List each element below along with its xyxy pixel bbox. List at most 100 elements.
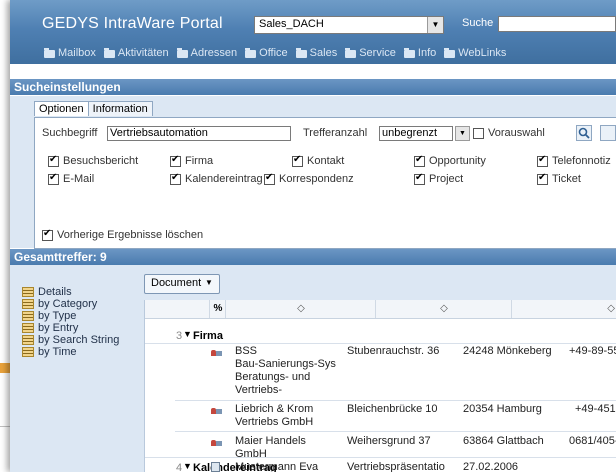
checkbox[interactable] <box>170 172 181 185</box>
row-name[interactable]: Liebrich & Krom Vertriebs GmbH <box>235 403 313 429</box>
settings-tabs: Optionen Information <box>34 101 153 116</box>
nav-item-by-search-string[interactable]: by Search String <box>22 335 150 346</box>
hits-select[interactable]: unbegrenzt <box>379 126 453 141</box>
category-checkbox-telefonnotiz[interactable]: Telefonnotiz <box>537 154 611 167</box>
folder-icon <box>103 47 115 58</box>
checkbox[interactable] <box>170 154 181 167</box>
row-name[interactable]: BSS Bau-Sanierungs-Sys Beratungs- und Ve… <box>235 345 336 397</box>
menu-item-info[interactable]: Info <box>403 45 436 61</box>
search-button[interactable] <box>576 125 592 141</box>
magnifier-icon <box>578 127 590 139</box>
tab-optionen[interactable]: Optionen <box>34 101 89 116</box>
tab-information[interactable]: Information <box>87 101 153 116</box>
list-icon <box>22 323 34 333</box>
folder-icon <box>444 47 456 58</box>
checkbox[interactable] <box>48 172 59 185</box>
menu-item-sales[interactable]: Sales <box>295 45 337 61</box>
header-column-2[interactable]: ◇ <box>225 300 376 318</box>
search-term-input[interactable]: Vertriebsautomation <box>107 126 291 141</box>
list-icon <box>22 311 34 321</box>
row-phone: +49-89-55 <box>569 345 616 357</box>
results-title: Gesamttreffer: 9 <box>14 250 107 264</box>
checkbox[interactable] <box>292 154 303 167</box>
results-grid: % ◇ ◇ ◇ 3 ▼ Firma BSS Bau-Sanierungs-Sys… <box>144 300 616 472</box>
category-checkbox-kontakt[interactable]: Kontakt <box>292 154 344 167</box>
checkbox[interactable] <box>537 172 548 185</box>
chevron-down-icon[interactable]: ▼ <box>427 17 443 33</box>
menu-item-weblinks[interactable]: WebLinks <box>444 45 506 61</box>
search-input[interactable] <box>498 16 616 32</box>
checkbox[interactable] <box>414 154 425 167</box>
main-menu: Mailbox Aktivitäten Adressen Office Sale… <box>10 45 506 61</box>
view-select-button[interactable]: Document ▼ <box>144 274 220 294</box>
nav-item-by-category[interactable]: by Category <box>22 299 150 310</box>
nav-item-by-type[interactable]: by Type <box>22 311 150 322</box>
hits-select-value: unbegrenzt <box>382 127 438 139</box>
company-icon <box>211 406 222 415</box>
checkbox[interactable] <box>264 172 275 185</box>
folder-icon <box>44 47 55 58</box>
clear-previous-checkbox-row[interactable]: Vorherige Ergebnisse löschen <box>42 228 203 241</box>
checkbox[interactable] <box>414 172 425 185</box>
group-row-kalendereintrag[interactable]: 4 ▼ Kalendereintrag <box>145 443 616 472</box>
menu-item-adressen[interactable]: Adressen <box>176 45 237 61</box>
category-checkbox-korrespondenz[interactable]: Korrespondenz <box>264 172 354 185</box>
list-icon <box>22 347 34 357</box>
chevron-down-icon[interactable]: ▼ <box>455 126 470 141</box>
header-percent[interactable]: % <box>209 300 226 318</box>
category-checkbox-kalendereintrag[interactable]: Kalendereintrag <box>170 172 263 185</box>
list-icon <box>22 299 34 309</box>
category-checkbox-ticket[interactable]: Ticket <box>537 172 581 185</box>
results-nav: Details by Category by Type by Entry by … <box>22 287 150 359</box>
nav-item-details[interactable]: Details <box>22 287 150 298</box>
menu-item-aktivitaeten[interactable]: Aktivitäten <box>103 45 169 61</box>
preselect-checkbox-row[interactable]: Vorauswahl <box>473 127 545 139</box>
settings-title: Sucheinstellungen <box>14 80 121 94</box>
options-button[interactable] <box>600 125 616 141</box>
search-label: Suche <box>462 17 494 29</box>
category-checkbox-email[interactable]: E-Mail <box>48 172 94 185</box>
checkbox[interactable] <box>537 154 548 167</box>
chevron-down-icon: ▼ <box>205 278 213 287</box>
row-city: 24248 Mönkeberg <box>463 345 552 357</box>
results-section-bar: Gesamttreffer: 9 <box>10 249 616 265</box>
header-column-4[interactable]: ◇ <box>511 300 616 318</box>
category-checkbox-besuchsbericht[interactable]: Besuchsbericht <box>48 154 138 167</box>
portal-title: GEDYS IntraWare Portal <box>42 15 223 32</box>
folder-icon <box>345 47 357 58</box>
header-column-3[interactable]: ◇ <box>375 300 512 318</box>
checkbox[interactable] <box>48 154 59 167</box>
row-divider <box>175 400 616 401</box>
row-name[interactable]: Mustermann Eva <box>235 461 318 472</box>
preselect-checkbox[interactable] <box>473 127 484 139</box>
menu-item-mailbox[interactable]: Mailbox <box>44 45 96 61</box>
portal-window: GEDYS IntraWare Portal Sales_DACH ▼ Such… <box>10 0 616 472</box>
row-subject: Vertriebspräsentatio <box>347 461 445 472</box>
grid-header: % ◇ ◇ ◇ <box>145 300 616 319</box>
list-icon <box>22 335 34 345</box>
menu-item-office[interactable]: Office <box>245 45 288 61</box>
category-checkbox-opportunity[interactable]: Opportunity <box>414 154 486 167</box>
row-street: Bleichenbrücke 10 <box>347 403 438 415</box>
folder-icon <box>176 47 188 58</box>
category-checkbox-firma[interactable]: Firma <box>170 154 213 167</box>
company-icon <box>211 348 222 357</box>
row-street: Stubenrauchstr. 36 <box>347 345 440 357</box>
folder-icon <box>295 47 307 58</box>
nav-item-by-time[interactable]: by Time <box>22 347 150 358</box>
expand-triangle-icon[interactable]: ▼ <box>183 329 192 339</box>
search-term-label: Suchbegriff <box>42 127 98 139</box>
hits-label: Trefferanzahl <box>303 127 368 139</box>
view-select-label: Document <box>151 277 202 289</box>
row-date: 27.02.2006 <box>463 461 519 472</box>
profile-select[interactable]: Sales_DACH ▼ <box>254 16 444 34</box>
expand-triangle-icon[interactable]: ▼ <box>183 461 192 471</box>
group-row-firma[interactable]: 3 ▼ Firma <box>145 329 616 344</box>
profile-select-value: Sales_DACH <box>259 18 324 30</box>
clear-previous-checkbox[interactable] <box>42 228 53 241</box>
row-city: 20354 Hamburg <box>463 403 542 415</box>
nav-item-by-entry[interactable]: by Entry <box>22 323 150 334</box>
settings-section-bar: Sucheinstellungen <box>10 79 616 95</box>
menu-item-service[interactable]: Service <box>345 45 396 61</box>
category-checkbox-project[interactable]: Project <box>414 172 463 185</box>
